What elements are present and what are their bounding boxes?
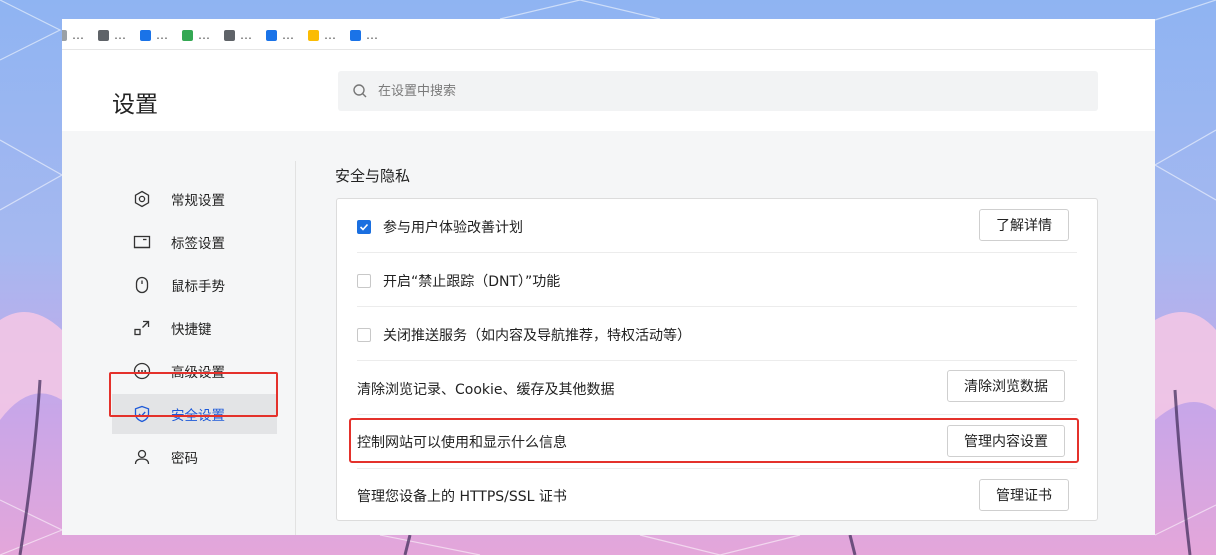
dnt-label: 开启“禁止跟踪（DNT）”功能: [383, 274, 561, 290]
bookmark-label: …: [324, 28, 336, 42]
section-title: 安全与隐私: [335, 167, 411, 185]
shortcut-icon: [132, 318, 152, 338]
bookmark-favicon-icon: [308, 29, 319, 41]
ux-plan-checkbox[interactable]: [357, 220, 371, 234]
gear-icon: [132, 189, 152, 209]
push-service-checkbox[interactable]: [357, 328, 371, 342]
manage-certificates-button[interactable]: 管理证书: [979, 479, 1069, 511]
ux-plan-option[interactable]: 参与用户体验改善计划: [357, 218, 523, 236]
bookmark-label: …: [366, 28, 378, 42]
bookmark-item[interactable]: …: [308, 28, 336, 42]
row-divider: [357, 306, 1077, 307]
bookmark-label: …: [240, 28, 252, 42]
bookmark-label: …: [282, 28, 294, 42]
sidebar-item-passwords[interactable]: 密码: [112, 437, 277, 477]
push-service-label: 关闭推送服务（如内容及导航推荐，特权活动等）: [383, 328, 691, 344]
check-icon: [359, 223, 369, 231]
bookmark-item[interactable]: …: [224, 28, 252, 42]
clear-browsing-data-button[interactable]: 清除浏览数据: [947, 370, 1065, 402]
bookmark-favicon-icon: [62, 29, 67, 41]
user-icon: [132, 447, 152, 467]
bookmark-label: …: [72, 28, 84, 42]
search-icon: [353, 84, 367, 98]
sidebar-item-label: 密码: [171, 451, 198, 467]
certificates-row: 管理您设备上的 HTTPS/SSL 证书: [357, 487, 567, 505]
sidebar-item-label: 快捷键: [171, 322, 212, 338]
row-divider: [357, 252, 1077, 253]
security-item-highlight: [109, 372, 278, 417]
row-divider: [357, 360, 1077, 361]
privacy-settings-card: 参与用户体验改善计划 了解详情 开启“禁止跟踪（DNT）”功能 关闭推送服务（如…: [336, 198, 1098, 521]
sidebar-item-general[interactable]: 常规设置: [112, 179, 277, 219]
sidebar-item-mouse-gestures[interactable]: 鼠标手势: [112, 265, 277, 305]
bookmark-label: …: [156, 28, 168, 42]
bookmark-item[interactable]: …: [266, 28, 294, 42]
bookmark-item[interactable]: …: [182, 28, 210, 42]
page-title: 设置: [112, 92, 158, 118]
settings-header: 设置: [62, 50, 1155, 131]
bookmark-label: …: [114, 28, 126, 42]
search-input[interactable]: [376, 82, 1060, 100]
row-divider: [357, 468, 1077, 469]
bookmarks-bar: … … … … … … … …: [62, 19, 1155, 50]
bookmark-item[interactable]: …: [98, 28, 126, 42]
settings-search[interactable]: [338, 71, 1098, 111]
clear-data-label: 清除浏览记录、Cookie、缓存及其他数据: [357, 382, 615, 398]
bookmark-favicon-icon: [182, 29, 193, 41]
row-divider: [357, 414, 1077, 415]
bookmark-favicon-icon: [224, 29, 235, 41]
bookmark-favicon-icon: [140, 29, 151, 41]
mouse-icon: [132, 275, 152, 295]
dnt-option[interactable]: 开启“禁止跟踪（DNT）”功能: [357, 272, 560, 290]
sidebar-item-label: 鼠标手势: [171, 279, 225, 295]
bookmark-label: …: [198, 28, 210, 42]
bookmark-favicon-icon: [98, 29, 109, 41]
bookmark-favicon-icon: [266, 29, 277, 41]
content-settings-highlight: [349, 418, 1079, 463]
sidebar-divider: [295, 161, 296, 535]
bookmark-favicon-icon: [350, 29, 361, 41]
clear-data-row: 清除浏览记录、Cookie、缓存及其他数据: [357, 380, 615, 398]
sidebar-item-label: 标签设置: [171, 236, 225, 252]
tab-icon: [132, 232, 152, 252]
learn-more-button[interactable]: 了解详情: [979, 209, 1069, 241]
certificates-label: 管理您设备上的 HTTPS/SSL 证书: [357, 489, 567, 505]
bookmark-item[interactable]: …: [350, 28, 378, 42]
push-service-option[interactable]: 关闭推送服务（如内容及导航推荐，特权活动等）: [357, 326, 691, 344]
bookmark-item[interactable]: …: [62, 28, 84, 42]
bookmark-item[interactable]: …: [140, 28, 168, 42]
ux-plan-label: 参与用户体验改善计划: [383, 220, 523, 236]
sidebar-item-shortcuts[interactable]: 快捷键: [112, 308, 277, 348]
sidebar-item-label: 常规设置: [171, 193, 225, 209]
dnt-checkbox[interactable]: [357, 274, 371, 288]
sidebar-item-tabs[interactable]: 标签设置: [112, 222, 277, 262]
settings-sidebar: 常规设置 标签设置 鼠标手势 快捷键 高级设置 安全设置 密码: [62, 131, 296, 535]
